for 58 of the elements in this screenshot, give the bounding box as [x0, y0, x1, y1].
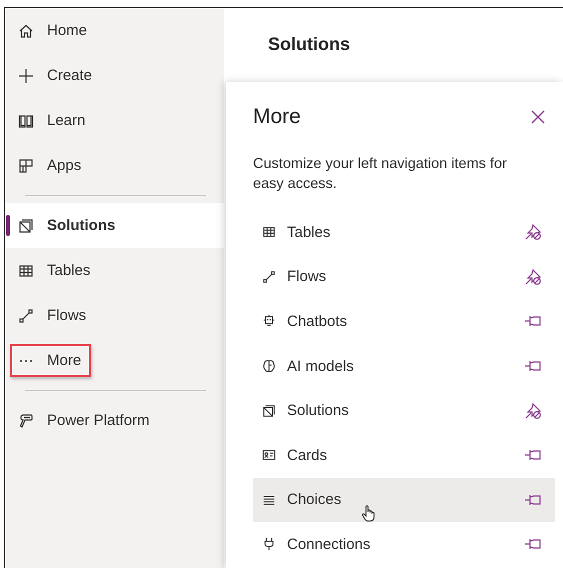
nav-item[interactable]: Create [5, 53, 224, 98]
nav-label: Tables [47, 262, 90, 279]
brain-icon [262, 359, 276, 374]
flow-icon [18, 308, 34, 324]
panel-item[interactable]: Choices [253, 478, 555, 522]
nav-item[interactable]: Power Platform [5, 398, 224, 443]
bot-icon [262, 314, 276, 328]
unpin-button[interactable] [524, 268, 542, 286]
plus-icon [18, 68, 34, 84]
nav-item[interactable]: Tables [5, 248, 224, 293]
hand-cursor-icon [361, 504, 375, 522]
nav-item[interactable]: Solutions [5, 203, 224, 248]
selection-indicator [6, 215, 10, 236]
panel-item[interactable]: AI models [253, 344, 555, 388]
panel-title: More [253, 105, 301, 129]
item-label: Chatbots [287, 312, 348, 330]
panel-item[interactable]: Flows [253, 254, 555, 300]
table-icon [18, 262, 34, 278]
nav-label: Flows [47, 307, 86, 324]
card-icon [262, 448, 276, 462]
item-label: AI models [287, 358, 355, 375]
nav-item[interactable]: Apps [5, 143, 224, 188]
nav-label: Create [47, 67, 92, 84]
nav-item[interactable]: Home [5, 8, 224, 53]
nav-label: Home [47, 22, 88, 39]
nav-label: Apps [47, 157, 82, 174]
nav-item[interactable]: Learn [5, 98, 224, 143]
unpin-button[interactable] [524, 402, 542, 420]
home-icon [18, 22, 34, 38]
nav-label: Solutions [47, 217, 116, 234]
nav-label: Learn [47, 112, 86, 129]
nav-item[interactable]: More [5, 338, 224, 383]
apps-icon [18, 158, 34, 174]
page-title: Solutions [268, 34, 351, 55]
item-label: Choices [287, 491, 342, 508]
panel-description: Customize your left navigation items for easy access. [253, 155, 508, 194]
item-label: Tables [287, 224, 332, 241]
unpin-button[interactable] [524, 223, 542, 242]
close-button[interactable] [529, 108, 547, 126]
nav-label: More [47, 352, 82, 369]
plug-icon [262, 537, 276, 552]
solution-icon [18, 218, 34, 234]
panel-item[interactable]: Tables [253, 210, 555, 255]
panel-item[interactable]: Chatbots [253, 299, 555, 344]
item-label: Connections [287, 536, 372, 553]
panel-item[interactable]: Solutions [253, 388, 555, 433]
item-label: Flows [287, 268, 328, 286]
item-label: Solutions [287, 402, 350, 420]
solution-icon [262, 404, 276, 418]
table-icon [262, 225, 276, 240]
item-label: Cards [287, 446, 328, 464]
nav-label: Power Platform [47, 412, 150, 429]
nav-item[interactable]: Flows [5, 293, 224, 338]
panel-item[interactable]: Cards [253, 432, 555, 478]
flow-icon [262, 270, 276, 284]
platform-logo-icon [18, 412, 34, 428]
panel-item[interactable]: Connections [253, 522, 555, 567]
book-icon [18, 112, 34, 128]
